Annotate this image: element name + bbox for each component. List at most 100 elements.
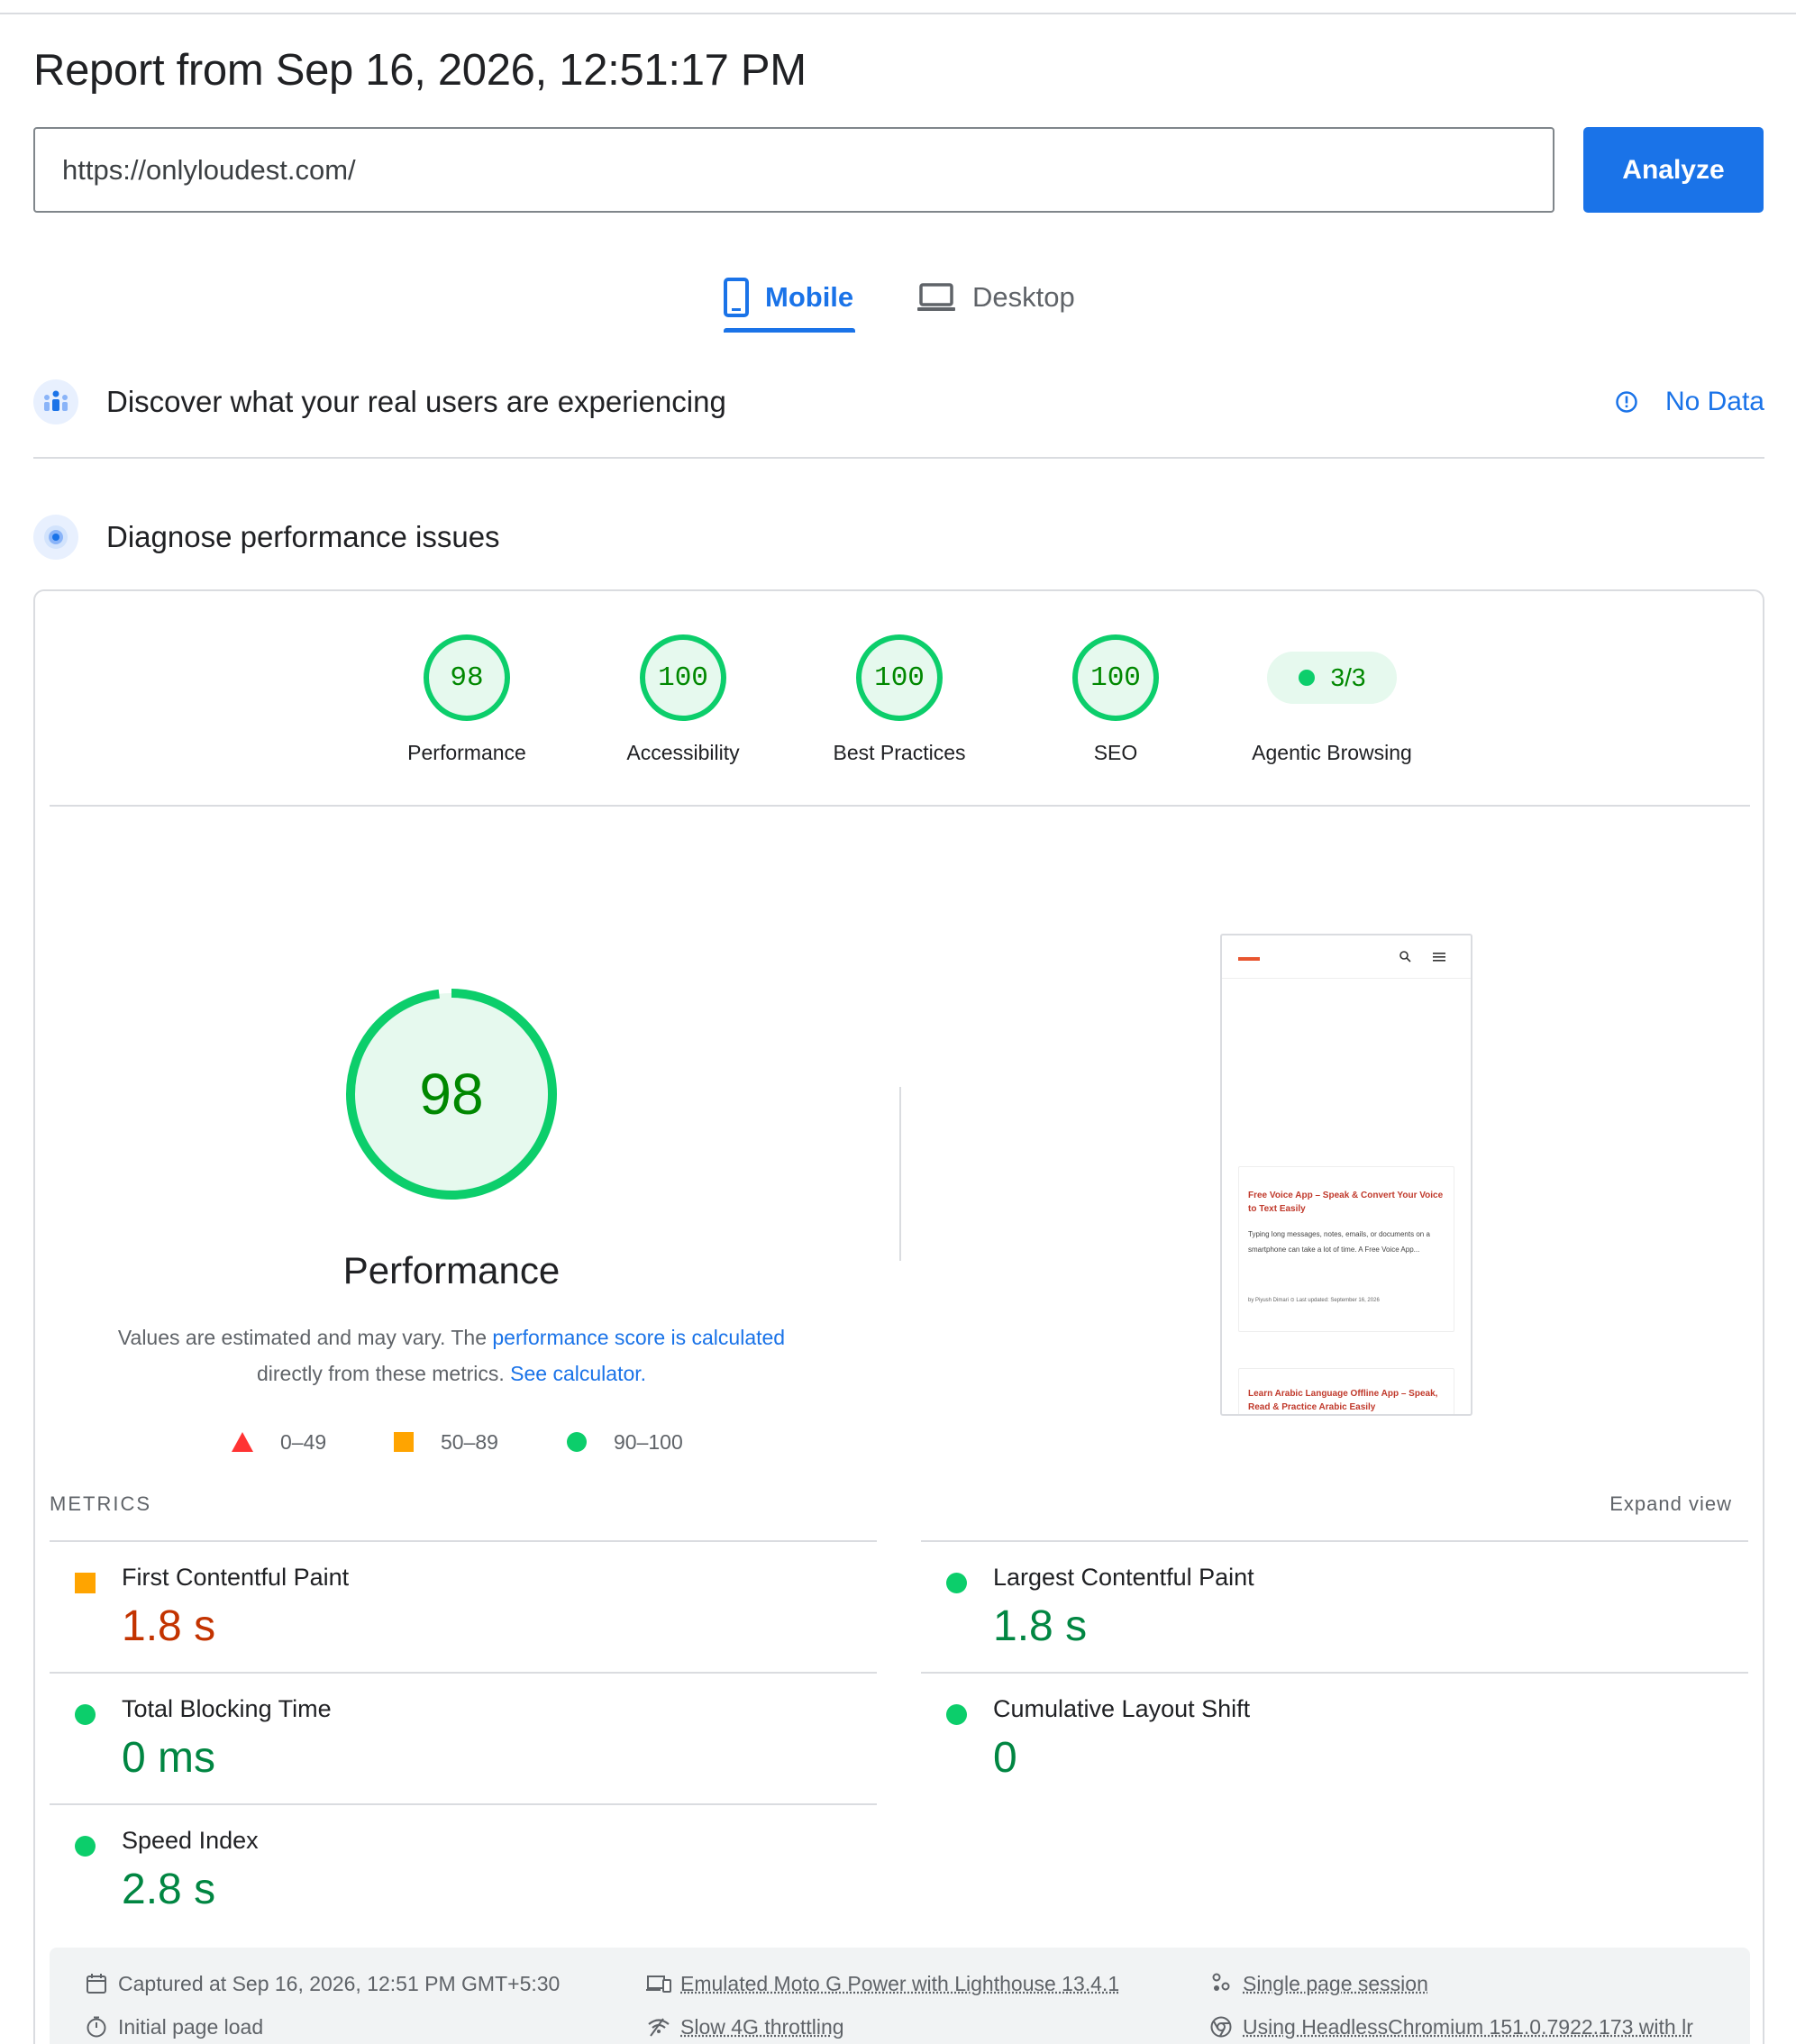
gauge-seo-score: 100 (1072, 634, 1159, 721)
people-icon (1208, 1971, 1234, 1996)
preview-article-text: Typing long messages, notes, emails, or … (1248, 1230, 1430, 1254)
pass-circle-icon (946, 1573, 967, 1593)
metric-lcp-value: 1.8 s (993, 1602, 1088, 1650)
metric-tbt: Total Blocking Time 0 ms (50, 1672, 877, 1802)
agentic-pill: 3/3 (1267, 652, 1397, 704)
gauge-performance[interactable]: 98 Performance (359, 634, 575, 765)
section-divider (33, 457, 1764, 459)
runtime-settings-footer: Captured at Sep 16, 2026, 12:51 PM GMT+5… (50, 1948, 1750, 2044)
gauge-accessibility-score: 100 (640, 634, 726, 721)
gauge-seo[interactable]: 100 SEO (1007, 634, 1224, 765)
preview-article-title-2: Learn Arabic Language Offline App – Spea… (1248, 1389, 1438, 1412)
info-icon (1615, 390, 1638, 414)
timer-icon (84, 2014, 109, 2039)
vertical-separator (899, 1087, 901, 1261)
desc-text-1: Values are estimated and may vary. The (117, 1326, 493, 1349)
fail-triangle-icon (232, 1432, 253, 1452)
performance-title: Performance (342, 1249, 561, 1291)
chrome-icon (1208, 2014, 1234, 2039)
metric-si: Speed Index 2.8 s (50, 1803, 877, 1933)
preview-article-card: Free Voice App – Speak & Convert Your Vo… (1238, 1166, 1454, 1332)
screenshot-header (1222, 935, 1471, 979)
footer-browser: Using HeadlessChromium 151.0.7922.173 wi… (1208, 2014, 1693, 2039)
footer-captured-label: Captured at Sep 16, 2026, 12:51 PM GMT+5… (118, 1971, 561, 1995)
laptop-icon (916, 282, 956, 313)
legend-average: 50–89 (394, 1424, 498, 1460)
footer-browser-link[interactable]: Using HeadlessChromium 151.0.7922.173 wi… (1243, 2015, 1693, 2039)
footer-emulated: Emulated Moto G Power with Lighthouse 13… (646, 1971, 1119, 1996)
performance-score: 98 (419, 1062, 484, 1127)
network-icon (646, 2014, 671, 2039)
gauge-agentic-browsing[interactable]: 3/3 Agentic Browsing (1224, 634, 1440, 765)
tab-desktop[interactable]: Desktop (916, 261, 1088, 333)
footer-captured: Captured at Sep 16, 2026, 12:51 PM GMT+5… (84, 1971, 560, 1996)
final-screenshot[interactable]: Free Voice App – Speak & Convert Your Vo… (1220, 934, 1472, 1416)
gauge-best-practices-score: 100 (856, 634, 943, 721)
lighthouse-report-card: 98 Performance 100 Accessibility 100 Bes… (33, 589, 1764, 2044)
performance-description: Values are estimated and may vary. The p… (91, 1319, 812, 1392)
metric-fcp-label: First Contentful Paint (122, 1564, 350, 1591)
footer-throttling: Slow 4G throttling (646, 2014, 844, 2039)
field-data-section: Discover what your real users are experi… (33, 370, 1764, 433)
target-icon (33, 515, 78, 560)
footer-initial-load: Initial page load (84, 2014, 263, 2039)
site-logo (1238, 957, 1260, 961)
analyze-button[interactable]: Analyze (1583, 127, 1764, 213)
see-calculator-link[interactable]: See calculator. (510, 1362, 646, 1385)
gauge-agentic-label: Agentic Browsing (1252, 741, 1412, 764)
metric-si-label: Speed Index (122, 1827, 259, 1854)
metric-tbt-value: 0 ms (122, 1734, 216, 1782)
no-data-link[interactable]: No Data (1615, 370, 1764, 433)
diagnose-title: Diagnose performance issues (106, 520, 500, 553)
metric-cls-label: Cumulative Layout Shift (993, 1695, 1251, 1722)
metric-fcp: First Contentful Paint 1.8 s (50, 1540, 877, 1670)
users-icon (33, 379, 78, 424)
metric-cls: Cumulative Layout Shift 0 (921, 1672, 1748, 1802)
legend-average-label: 50–89 (441, 1429, 498, 1454)
footer-session: Single page session (1208, 1971, 1428, 1996)
pass-circle-icon (75, 1704, 96, 1725)
expand-view-button[interactable]: Expand view (1609, 1492, 1732, 1516)
metrics-heading: METRICS (50, 1492, 151, 1515)
tab-mobile[interactable]: Mobile (724, 261, 855, 333)
metric-fcp-value: 1.8 s (122, 1602, 216, 1650)
gauge-seo-label: SEO (1093, 741, 1138, 764)
pass-circle-icon (946, 1704, 967, 1725)
metric-cls-value: 0 (993, 1734, 1017, 1782)
gauge-performance-score: 98 (424, 634, 510, 721)
report-title: Report from Sep 16, 2026, 12:51:17 PM (33, 46, 807, 95)
diagnose-section: Diagnose performance issues (33, 506, 1764, 569)
devices-icon (646, 1971, 671, 1996)
footer-initial-load-label: Initial page load (118, 2014, 264, 2039)
footer-emulated-link[interactable]: Emulated Moto G Power with Lighthouse 13… (680, 1972, 1119, 1996)
score-calculated-link[interactable]: performance score is calculated (492, 1326, 785, 1349)
field-data-title: Discover what your real users are experi… (106, 385, 726, 418)
legend-fail: 0–49 (232, 1424, 326, 1460)
footer-session-link[interactable]: Single page session (1243, 1972, 1428, 1996)
menu-icon (1433, 953, 1445, 962)
average-square-icon (394, 1432, 414, 1452)
agentic-score: 3/3 (1330, 663, 1366, 691)
url-input[interactable] (33, 127, 1554, 213)
metric-si-value: 2.8 s (122, 1866, 216, 1913)
pass-dot-icon (1298, 670, 1315, 686)
active-tab-indicator (724, 328, 855, 333)
calendar-icon (84, 1971, 109, 1996)
metric-lcp-label: Largest Contentful Paint (993, 1564, 1254, 1591)
preview-article-title: Free Voice App – Speak & Convert Your Vo… (1248, 1191, 1444, 1214)
gauge-performance-label: Performance (407, 741, 526, 764)
gauge-accessibility[interactable]: 100 Accessibility (575, 634, 791, 765)
search-icon (1399, 951, 1411, 963)
mobile-icon (724, 278, 749, 317)
average-square-icon (75, 1573, 96, 1593)
tab-desktop-label: Desktop (972, 281, 1075, 313)
pass-circle-icon (567, 1432, 587, 1452)
desc-text-2: directly from these metrics. (256, 1362, 511, 1385)
preview-article-card-2: Learn Arabic Language Offline App – Spea… (1238, 1368, 1454, 1414)
legend-fail-label: 0–49 (280, 1429, 327, 1454)
footer-throttling-link[interactable]: Slow 4G throttling (680, 2015, 844, 2039)
preview-article-meta: by Piyush Dimari ⊙ Last updated: Septemb… (1248, 1298, 1380, 1303)
metric-lcp: Largest Contentful Paint 1.8 s (921, 1540, 1748, 1670)
gauge-best-practices[interactable]: 100 Best Practices (791, 634, 1007, 765)
tab-mobile-label: Mobile (765, 281, 854, 313)
